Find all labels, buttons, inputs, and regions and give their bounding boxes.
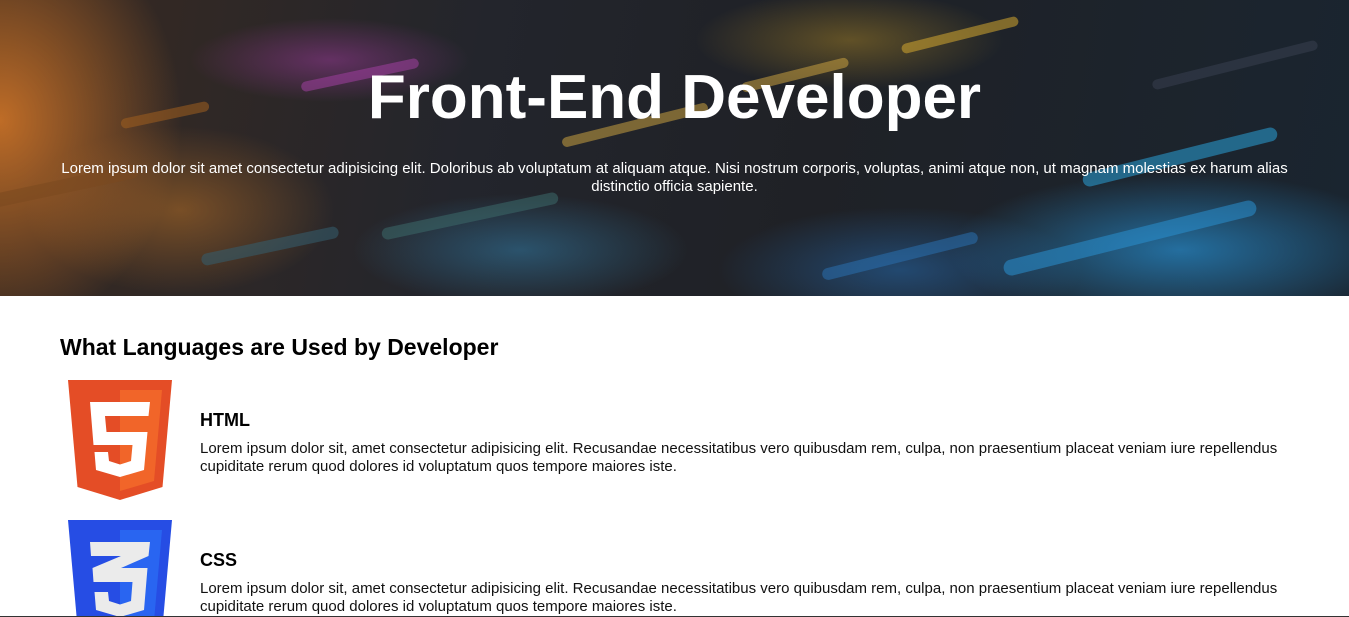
language-item-css: CSS Lorem ipsum dolor sit, amet consecte…: [0, 520, 1349, 617]
hero-banner: Front-End Developer Lorem ipsum dolor si…: [0, 0, 1349, 296]
html5-icon: [68, 380, 172, 500]
hero-description: Lorem ipsum dolor sit amet consectetur a…: [61, 160, 1288, 195]
section-title: What Languages are Used by Developer: [60, 334, 499, 360]
language-item-html: HTML Lorem ipsum dolor sit, amet consect…: [0, 380, 1349, 505]
language-description: Lorem ipsum dolor sit, amet consectetur …: [200, 440, 1278, 475]
languages-section: What Languages are Used by Developer HTM…: [0, 296, 1349, 617]
language-name: HTML: [200, 410, 250, 430]
hero-content: Front-End Developer Lorem ipsum dolor si…: [0, 0, 1349, 296]
language-name: CSS: [200, 550, 238, 570]
language-description: Lorem ipsum dolor sit, amet consectetur …: [200, 580, 1278, 615]
page-title: Front-End Developer: [367, 63, 982, 132]
css3-icon: [68, 520, 172, 617]
